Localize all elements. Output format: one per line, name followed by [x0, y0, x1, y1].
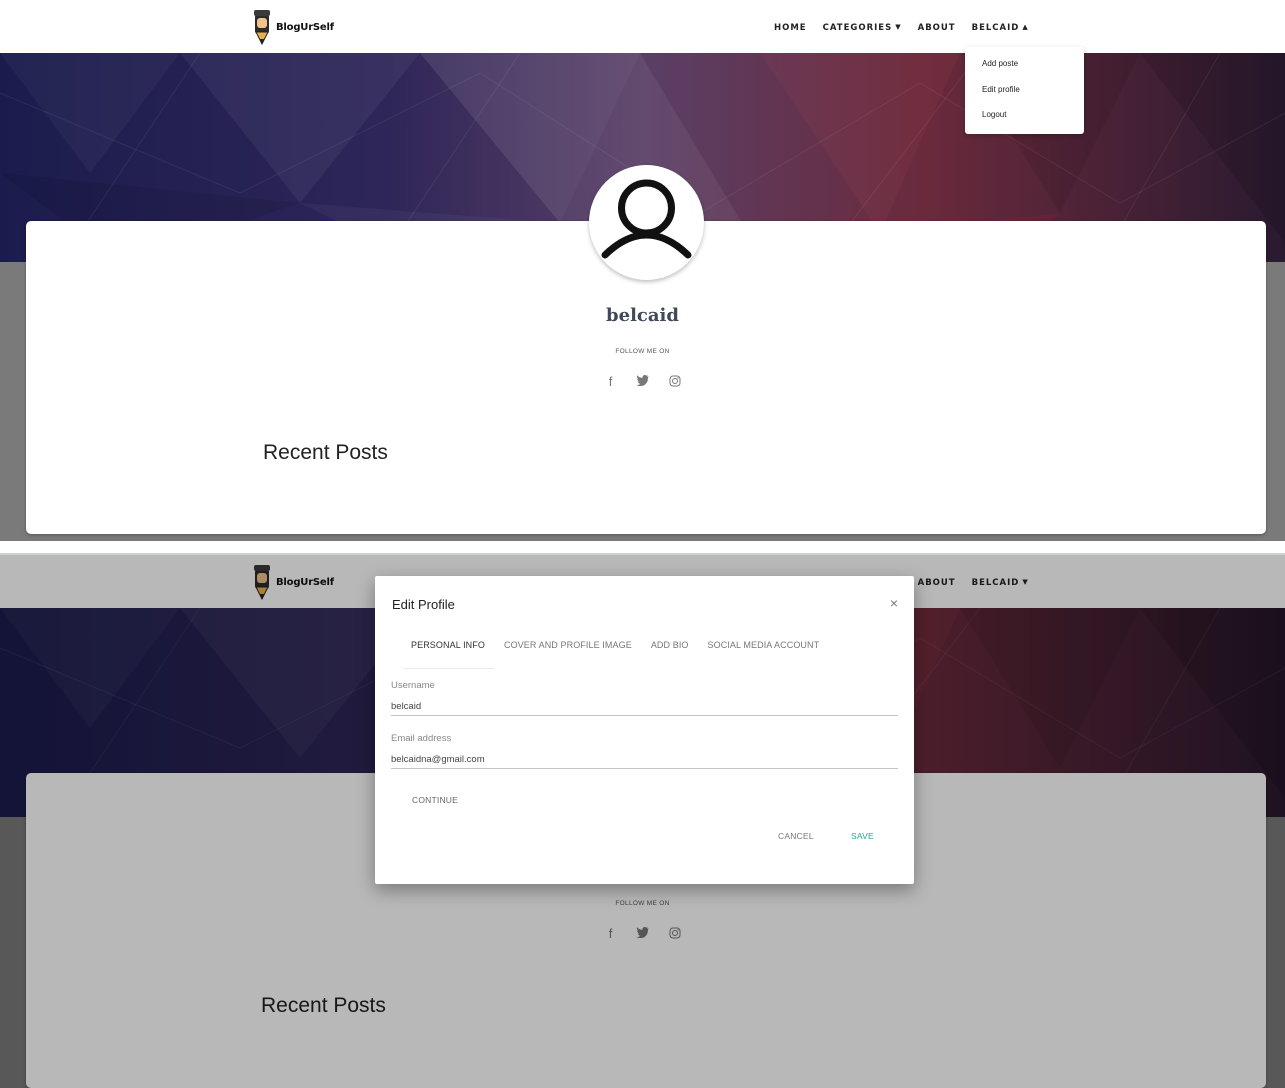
- nav-about[interactable]: ABOUT: [918, 23, 956, 33]
- instagram-icon[interactable]: [668, 375, 682, 389]
- email-field[interactable]: [391, 751, 898, 769]
- pencil-mascot-icon: [254, 10, 270, 46]
- nav-categories[interactable]: CATEGORIES▼: [823, 23, 902, 33]
- profile-username: belcaid: [606, 305, 679, 326]
- menu-item-edit-profile[interactable]: Edit profile: [965, 85, 1084, 111]
- email-label: Email address: [391, 733, 452, 744]
- recent-posts-heading: Recent Posts: [263, 441, 388, 464]
- save-button[interactable]: SAVE: [851, 831, 874, 841]
- tab-personal-info[interactable]: PERSONAL INFO: [411, 640, 485, 650]
- nav-user-label: BELCAID: [971, 23, 1020, 33]
- continue-button[interactable]: CONTINUE: [412, 795, 458, 805]
- user-dropdown-menu: Add poste Edit profile Logout: [965, 47, 1084, 134]
- active-tab-indicator: [404, 668, 494, 669]
- menu-item-add-poste[interactable]: Add poste: [965, 59, 1084, 85]
- avatar[interactable]: [589, 165, 704, 280]
- follow-me-label: FOLLOW ME ON: [615, 348, 670, 355]
- profile-page-with-user-menu: BlogUrSelf HOME CATEGORIES ▼ ABOUT BELCAI…: [0, 0, 1285, 541]
- user-avatar-icon: [601, 179, 692, 259]
- menu-item-logout[interactable]: Logout: [965, 110, 1084, 136]
- profile-page-with-edit-modal: BlogUrSelf HOME CATEGORIES▼ ABOUT BELCAI…: [0, 555, 1285, 1088]
- twitter-icon[interactable]: [636, 375, 650, 389]
- facebook-icon[interactable]: f: [604, 375, 618, 389]
- close-icon[interactable]: ×: [890, 595, 898, 611]
- username-label: Username: [391, 680, 435, 691]
- username-field[interactable]: [391, 698, 898, 716]
- nav-user-menu[interactable]: BELCAID ▲: [972, 23, 1029, 33]
- tab-cover-and-profile-image[interactable]: COVER AND PROFILE IMAGE: [504, 640, 632, 650]
- nav-home[interactable]: HOME: [774, 23, 807, 33]
- navbar: BlogUrSelf HOME CATEGORIES▼ ABOUT BELCAI…: [0, 0, 1285, 53]
- nav-links: HOME CATEGORIES ▼ ABOUT BELCAID ▲: [774, 23, 1045, 33]
- screenshot-divider: [0, 541, 1285, 555]
- brand-logo[interactable]: BlogUrSelf: [252, 8, 334, 46]
- edit-profile-modal: Edit Profile × PERSONAL INFO COVER AND P…: [375, 576, 914, 884]
- tab-social-media-account[interactable]: SOCIAL MEDIA ACCOUNT: [708, 640, 820, 650]
- modal-tabs: PERSONAL INFO COVER AND PROFILE IMAGE AD…: [411, 640, 838, 650]
- social-links: f: [0, 375, 1285, 389]
- caret-down-icon: ▼: [895, 23, 902, 31]
- nav-categories-label: CATEGORIES: [822, 23, 893, 33]
- caret-up-icon: ▲: [1022, 23, 1029, 31]
- modal-title: Edit Profile: [392, 597, 455, 612]
- tab-add-bio[interactable]: ADD BIO: [651, 640, 689, 650]
- brand-name: BlogUrSelf: [276, 21, 334, 33]
- cancel-button[interactable]: CANCEL: [778, 831, 814, 841]
